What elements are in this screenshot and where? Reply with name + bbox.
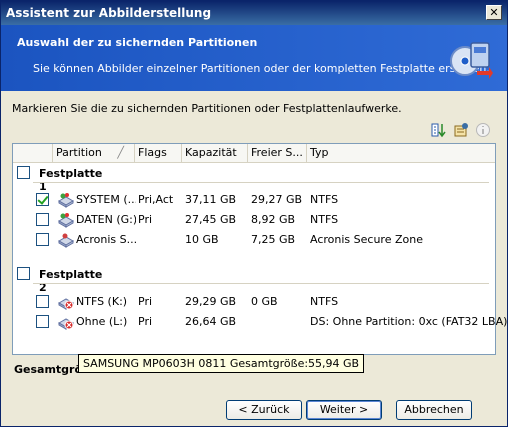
column-partition-label: Partition bbox=[56, 146, 102, 159]
partition-row[interactable]: NTFS (K:) Pri 29,29 GB 0 GB NTFS bbox=[13, 292, 495, 312]
partition-list[interactable]: Partition ╱ Flags Kapazität Freier S... … bbox=[12, 143, 507, 355]
partition-flags: Pri,Act bbox=[138, 193, 174, 206]
partition-type: NTFS bbox=[310, 295, 339, 308]
wizard-window: Assistent zur Abbilderstellung ✕ Auswahl… bbox=[0, 0, 508, 427]
partition-type: NTFS bbox=[310, 213, 339, 226]
partition-type: NTFS bbox=[310, 193, 339, 206]
instruction-text: Markieren Sie die zu sichernden Partitio… bbox=[12, 102, 402, 115]
wizard-header: Auswahl der zu sichernden Partitionen Si… bbox=[1, 25, 507, 91]
partition-row[interactable]: SYSTEM (... Pri,Act 37,11 GB 29,27 GB NT… bbox=[13, 190, 495, 210]
disk-tooltip: SAMSUNG MP0603H 0811 Gesamtgröße:55,94 G… bbox=[78, 354, 365, 373]
next-button[interactable]: Weiter > bbox=[306, 400, 382, 420]
partition-drive-icon bbox=[58, 298, 74, 310]
column-partition[interactable]: Partition ╱ bbox=[53, 144, 135, 162]
partition-drive-icon bbox=[58, 193, 74, 208]
column-flags[interactable]: Flags bbox=[135, 144, 182, 162]
column-type[interactable]: Typ bbox=[307, 144, 495, 162]
partition-row[interactable]: Acronis S... 10 GB 7,25 GB Acronis Secur… bbox=[13, 230, 495, 250]
partition-checkbox[interactable] bbox=[36, 213, 49, 226]
partition-checkbox[interactable] bbox=[36, 315, 49, 328]
sort-icon[interactable] bbox=[431, 122, 447, 138]
partition-checkbox[interactable] bbox=[36, 193, 49, 206]
header-subtitle: Sie können Abbilder einzelner Partitione… bbox=[33, 62, 490, 75]
column-capacity[interactable]: Kapazität bbox=[182, 144, 248, 162]
partition-name: Acronis S... bbox=[76, 233, 136, 246]
column-free[interactable]: Freier S... bbox=[248, 144, 307, 162]
partition-name: SYSTEM (... bbox=[76, 193, 136, 206]
partition-flags: Pri bbox=[138, 295, 153, 308]
window-title: Assistent zur Abbilderstellung bbox=[6, 6, 212, 20]
partition-drive-icon bbox=[58, 318, 74, 330]
partition-checkbox[interactable] bbox=[36, 233, 49, 246]
disk-1-checkbox[interactable] bbox=[17, 166, 30, 179]
partition-name: DATEN (G:) bbox=[76, 213, 136, 226]
partition-name: Ohne (L:) bbox=[76, 315, 128, 328]
properties-icon[interactable] bbox=[453, 122, 469, 138]
sort-indicator-icon: ╱ bbox=[117, 146, 124, 159]
disk-group-label: Festplatte 2 bbox=[39, 268, 103, 294]
partition-row[interactable]: Ohne (L:) Pri 26,64 GB DS: Ohne Partitio… bbox=[13, 312, 507, 332]
partition-name: NTFS (K:) bbox=[76, 295, 128, 308]
partition-free: 0 GB bbox=[251, 295, 278, 308]
partition-type: Acronis Secure Zone bbox=[310, 233, 423, 246]
column-check[interactable] bbox=[13, 144, 53, 162]
close-button[interactable]: ✕ bbox=[486, 5, 502, 20]
partition-capacity: 29,29 GB bbox=[185, 295, 237, 308]
partition-flags: Pri bbox=[138, 213, 153, 226]
group-divider bbox=[33, 182, 489, 183]
partition-flags: Pri bbox=[138, 315, 153, 328]
secure-zone-icon bbox=[58, 233, 74, 248]
group-divider bbox=[33, 283, 489, 284]
partition-capacity: 26,64 GB bbox=[185, 315, 237, 328]
partition-drive-icon bbox=[58, 213, 74, 228]
header-title: Auswahl der zu sichernden Partitionen bbox=[17, 36, 258, 49]
partition-free: 7,25 GB bbox=[251, 233, 296, 246]
partition-free: 29,27 GB bbox=[251, 193, 303, 206]
info-icon[interactable] bbox=[475, 122, 491, 138]
back-button[interactable]: < Zurück bbox=[226, 400, 302, 420]
partition-capacity: 37,11 GB bbox=[185, 193, 237, 206]
partition-type: DS: Ohne Partition: 0xc (FAT32 LBA) bbox=[310, 315, 508, 328]
title-bar[interactable]: Assistent zur Abbilderstellung ✕ bbox=[1, 1, 507, 25]
column-header: Partition ╱ Flags Kapazität Freier S... … bbox=[13, 144, 495, 163]
disk-2-checkbox[interactable] bbox=[17, 267, 30, 280]
disk-wizard-icon bbox=[450, 42, 493, 79]
partition-row[interactable]: DATEN (G:) Pri 27,45 GB 8,92 GB NTFS bbox=[13, 210, 495, 230]
cancel-button[interactable]: Abbrechen bbox=[396, 400, 472, 420]
partition-capacity: 27,45 GB bbox=[185, 213, 237, 226]
list-toolbar bbox=[431, 122, 491, 138]
total-size-label: Gesamtgrö bbox=[14, 363, 83, 376]
partition-free: 8,92 GB bbox=[251, 213, 296, 226]
partition-capacity: 10 GB bbox=[185, 233, 219, 246]
partition-checkbox[interactable] bbox=[36, 295, 49, 308]
